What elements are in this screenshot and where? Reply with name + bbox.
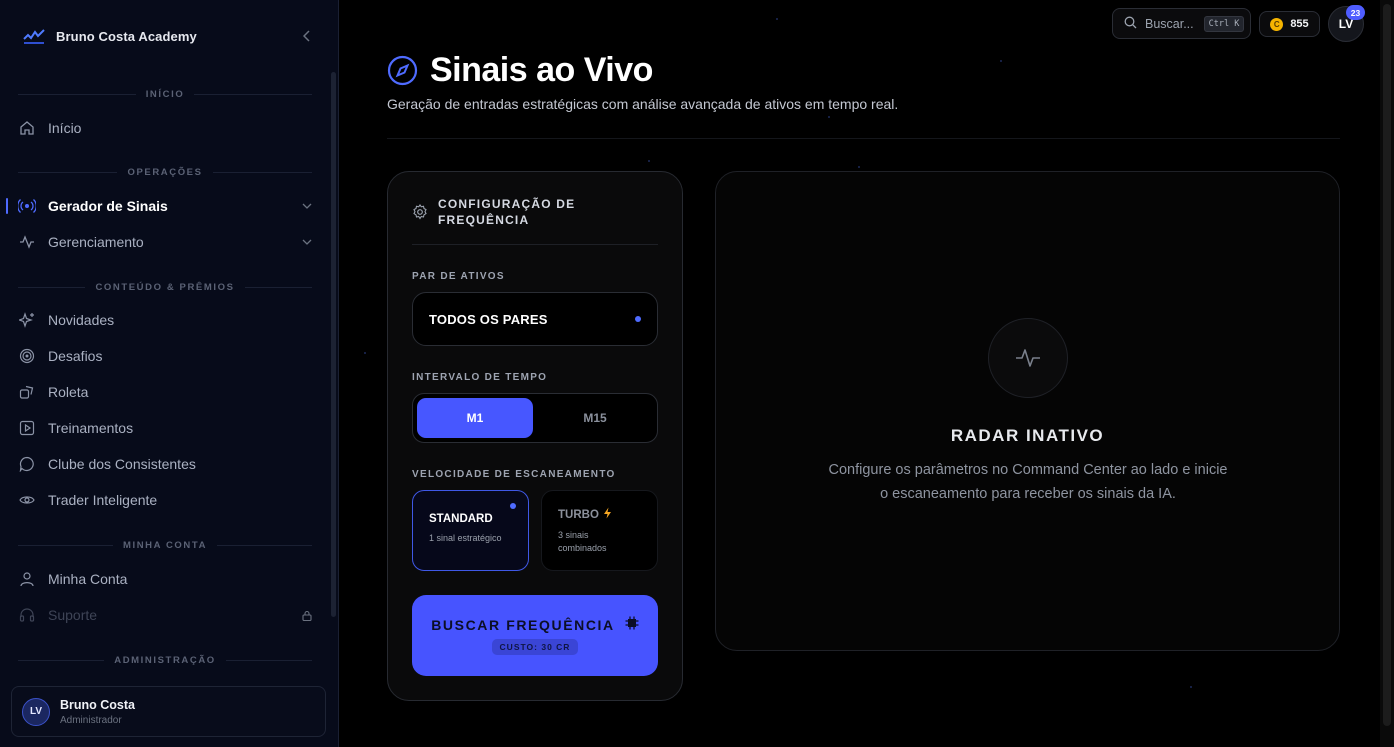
config-header: CONFIGURAÇÃO DE FREQUÊNCIA <box>412 196 658 228</box>
sparkles-icon <box>18 311 36 329</box>
user-name: Bruno Costa <box>60 697 135 712</box>
sidebar-item-label: Trader Inteligente <box>48 492 158 508</box>
active-indicator <box>6 198 8 214</box>
speed-name: TURBO <box>558 508 599 521</box>
user-role: Administrador <box>60 714 122 726</box>
interval-option-m15[interactable]: M15 <box>537 398 653 438</box>
eye-icon <box>18 491 36 509</box>
sidebar-item-roleta[interactable]: Roleta <box>18 380 314 404</box>
section-inicio: INÍCIO <box>18 87 313 101</box>
dice-icon <box>18 383 36 401</box>
sidebar-item-label: Clube dos Consistentes <box>48 456 196 472</box>
speed-option-standard[interactable]: STANDARD 1 sinal estratégico <box>412 490 529 571</box>
play-square-icon <box>18 419 36 437</box>
user-profile-card[interactable]: LV Bruno Costa Administrador <box>11 686 326 737</box>
radar-title: RADAR INATIVO <box>950 426 1105 445</box>
chevron-down-icon <box>302 200 314 212</box>
section-operacoes: OPERAÇÕES <box>18 165 313 179</box>
lightning-icon <box>603 507 612 522</box>
coin-icon: C <box>1270 17 1284 31</box>
sidebar-item-label: Início <box>48 120 82 136</box>
sidebar-item-gerenciamento[interactable]: Gerenciamento <box>18 230 314 254</box>
page-header: Sinais ao Vivo <box>387 50 653 89</box>
sidebar-item-trader[interactable]: Trader Inteligente <box>18 488 314 512</box>
sidebar-item-minha-conta[interactable]: Minha Conta <box>18 567 314 591</box>
speed-option-turbo[interactable]: TURBO 3 sinais combinados <box>541 490 658 571</box>
user-icon <box>18 570 36 588</box>
button-label: BUSCAR FREQUÊNCIA <box>431 616 615 633</box>
chevron-down-icon <box>302 236 314 248</box>
config-title: CONFIGURAÇÃO DE FREQUÊNCIA <box>438 197 576 227</box>
brand-logo-icon <box>22 24 46 48</box>
page-title: Sinais ao Vivo <box>430 50 653 89</box>
asset-pair-select[interactable]: TODOS OS PARES <box>412 292 658 346</box>
avatar: LV <box>22 697 50 726</box>
sidebar-item-label: Suporte <box>48 607 98 623</box>
brand-name: Bruno Costa Academy <box>56 28 197 44</box>
interval-label: INTERVALO DE TEMPO <box>412 372 548 383</box>
collapse-sidebar-icon[interactable] <box>300 28 314 44</box>
radar-panel: RADAR INATIVO Configure os parâmetros no… <box>715 171 1340 651</box>
sidebar-item-desafios[interactable]: Desafios <box>18 344 314 368</box>
speed-desc: 1 sinal estratégico <box>429 533 502 543</box>
broadcast-icon <box>18 197 36 215</box>
home-icon <box>18 119 36 137</box>
divider <box>387 138 1340 139</box>
coin-balance[interactable]: C 855 <box>1259 11 1320 37</box>
headset-icon <box>18 606 36 624</box>
search-icon <box>1124 16 1137 32</box>
asset-pair-value: TODOS OS PARES <box>429 311 548 327</box>
target-icon <box>18 347 36 365</box>
section-conteudo: CONTEÚDO & PRÊMIOS <box>18 280 312 294</box>
sidebar-item-gerador[interactable]: Gerador de Sinais <box>18 194 314 218</box>
sidebar-item-novidades[interactable]: Novidades <box>18 308 314 332</box>
selected-dot <box>635 316 641 322</box>
interval-option-m1[interactable]: M1 <box>417 398 533 438</box>
search-shortcut: Ctrl K <box>1203 15 1245 32</box>
brand[interactable]: Bruno Costa Academy <box>22 24 197 48</box>
search-placeholder: Buscar... <box>1145 16 1194 31</box>
settings-icon <box>412 204 428 220</box>
section-minha-conta: MINHA CONTA <box>18 538 312 552</box>
lock-icon <box>302 609 314 621</box>
sidebar-item-inicio[interactable]: Início <box>18 116 314 140</box>
sidebar-item-treinamentos[interactable]: Treinamentos <box>18 416 314 440</box>
speed-name: STANDARD <box>429 513 493 525</box>
sidebar-item-label: Gerenciamento <box>48 234 144 250</box>
interval-toggle: M1 M15 <box>412 393 658 443</box>
page-subtitle: Geração de entradas estratégicas com aná… <box>387 96 899 112</box>
selected-dot <box>510 503 516 509</box>
frequency-config-card: CONFIGURAÇÃO DE FREQUÊNCIA PAR DE ATIVOS… <box>387 171 683 701</box>
section-administracao: ADMINISTRAÇÃO <box>18 653 313 667</box>
button-cost: CUSTO: 30 CR <box>491 639 579 655</box>
chip-icon <box>625 616 639 633</box>
search-frequency-button[interactable]: BUSCAR FREQUÊNCIA CUSTO: 30 CR <box>412 595 658 676</box>
sidebar-scrollbar[interactable] <box>331 72 336 617</box>
sidebar-item-label: Desafios <box>48 348 103 364</box>
sidebar-item-suporte: Suporte <box>18 603 314 627</box>
speed-desc: 3 sinais combinados <box>558 530 607 553</box>
sidebar-item-label: Roleta <box>48 384 89 400</box>
main-scrollbar[interactable] <box>1380 0 1394 747</box>
divider <box>412 244 658 245</box>
sidebar-item-label: Novidades <box>48 312 115 328</box>
sidebar-item-label: Gerador de Sinais <box>48 198 168 214</box>
chat-bubble-icon <box>18 455 36 473</box>
activity-icon <box>18 233 36 251</box>
sidebar-item-clube[interactable]: Clube dos Consistentes <box>18 452 314 476</box>
compass-icon <box>387 55 418 86</box>
speed-name-row: TURBO <box>558 507 641 522</box>
pair-label: PAR DE ATIVOS <box>412 271 505 282</box>
level-badge: 23 <box>1346 5 1365 20</box>
sidebar-item-label: Minha Conta <box>48 571 128 587</box>
pulse-icon <box>988 318 1068 398</box>
speed-label: VELOCIDADE DE ESCANEAMENTO <box>412 469 616 480</box>
coin-amount: 855 <box>1290 18 1309 30</box>
radar-description: Configure os parâmetros no Command Cente… <box>828 462 1228 502</box>
sidebar: Bruno Costa Academy INÍCIO Início OPERAÇ… <box>0 0 339 747</box>
sidebar-item-label: Treinamentos <box>48 420 134 436</box>
search-input[interactable]: Buscar... Ctrl K <box>1112 8 1251 39</box>
